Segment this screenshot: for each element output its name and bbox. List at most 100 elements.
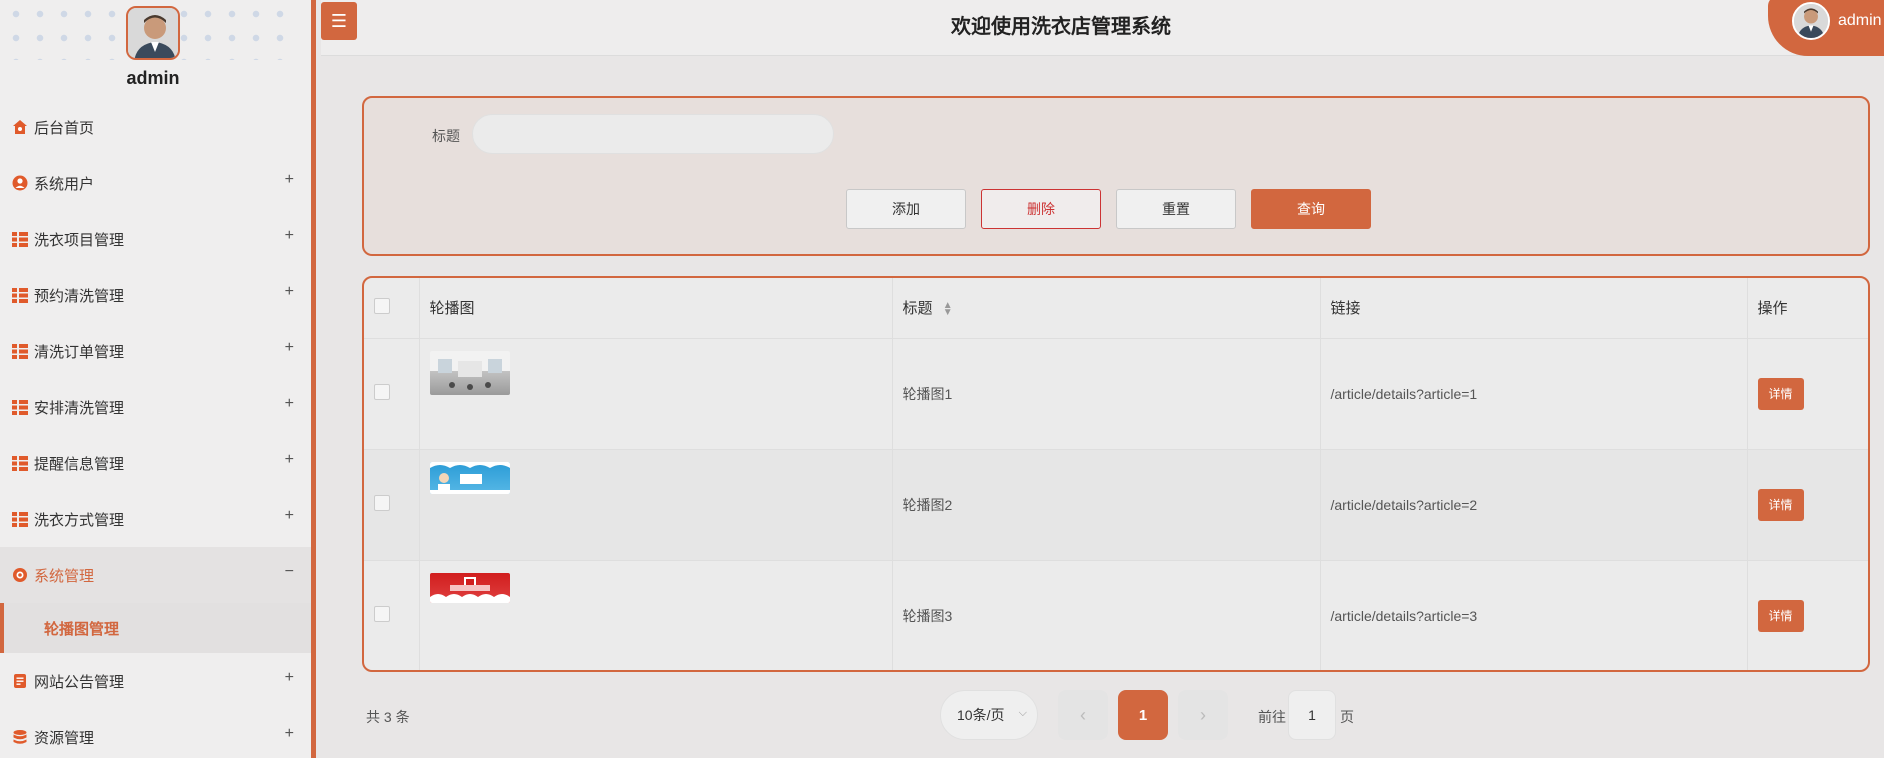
person-avatar-icon	[1794, 4, 1828, 38]
row-checkbox[interactable]	[374, 384, 390, 400]
expand-plus-icon[interactable]: +	[285, 451, 294, 469]
sidebar-item-label: 资源管理	[34, 729, 95, 747]
data-table: 轮播图 标题 ▲ ▼ 链接 操作 轮播图1 /article/details?ar…	[362, 276, 1870, 672]
gear-icon	[12, 567, 28, 583]
column-header-title[interactable]: 标题 ▲ ▼	[892, 278, 1321, 339]
avatar	[1792, 2, 1830, 40]
top-header: ☰ 欢迎使用洗衣店管理系统 admin	[321, 0, 1884, 56]
expand-plus-icon[interactable]: +	[285, 669, 294, 687]
row-link: /article/details?article=2	[1320, 449, 1748, 561]
grid-icon	[12, 511, 28, 527]
carousel-thumbnail	[429, 572, 510, 603]
row-checkbox[interactable]	[374, 606, 390, 623]
title-filter-label: 标题	[432, 128, 460, 144]
goto-page-input[interactable]	[1288, 690, 1336, 740]
table-header-row: 轮播图 标题 ▲ ▼ 链接 操作	[364, 278, 1868, 339]
sidebar-item-label: 预约清洗管理	[34, 287, 125, 305]
sidebar-item-system-users[interactable]: 系统用户 +	[0, 155, 311, 211]
chevron-right-icon: ›	[1200, 704, 1206, 725]
reset-button[interactable]: 重置	[1116, 189, 1236, 229]
delete-button[interactable]: 删除	[981, 189, 1101, 229]
avatar[interactable]	[126, 6, 180, 60]
next-page-button[interactable]: ›	[1178, 690, 1228, 740]
table-row: 轮播图3 /article/details?article=3 详情	[364, 560, 1868, 670]
sidebar-item-label: 洗衣项目管理	[34, 231, 125, 249]
sidebar-item-label: 清洗订单管理	[34, 343, 125, 361]
row-link: /article/details?article=3	[1320, 560, 1748, 670]
expand-plus-icon[interactable]: +	[285, 339, 294, 357]
search-button[interactable]: 查询	[1251, 189, 1371, 229]
expand-plus-icon[interactable]: +	[285, 283, 294, 301]
add-button[interactable]: 添加	[846, 189, 966, 229]
sidebar-item-announcements[interactable]: 网站公告管理 +	[0, 653, 311, 709]
goto-suffix: 页	[1340, 709, 1354, 725]
sidebar-username: admin	[126, 68, 180, 88]
table-row: 轮播图2 /article/details?article=2 详情	[364, 449, 1868, 561]
sidebar-item-orders[interactable]: 清洗订单管理 +	[0, 323, 311, 379]
column-header-link: 链接	[1320, 278, 1748, 339]
detail-button[interactable]: 详情	[1757, 488, 1804, 521]
sidebar: admin 后台首页 系统用户 + 洗衣项目管理 + 预约清洗管理 + 清洗订单…	[0, 0, 316, 758]
collapse-minus-icon[interactable]: −	[285, 563, 294, 581]
grid-icon	[12, 399, 28, 415]
expand-plus-icon[interactable]: +	[285, 171, 294, 189]
row-title: 轮播图3	[892, 560, 1321, 670]
column-header-image: 轮播图	[419, 278, 893, 339]
database-icon	[12, 729, 28, 745]
page-size-value: 10条/页	[957, 707, 1005, 723]
row-title: 轮播图1	[892, 338, 1321, 450]
column-header-title-label: 标题	[902, 300, 933, 318]
page-size-select[interactable]: 10条/页 ⌵	[940, 690, 1038, 740]
sidebar-item-system-management[interactable]: 系统管理 −	[0, 547, 311, 603]
sidebar-item-label: 安排清洗管理	[34, 399, 125, 417]
person-avatar-icon	[128, 8, 178, 58]
sort-icon[interactable]: ▲ ▼	[943, 301, 953, 318]
sidebar-item-label: 系统用户	[34, 175, 95, 193]
home-icon	[12, 119, 28, 135]
sidebar-profile: admin	[0, 0, 311, 100]
sidebar-item-booking[interactable]: 预约清洗管理 +	[0, 267, 311, 323]
document-icon	[12, 673, 28, 689]
sidebar-subitem-carousel[interactable]: 轮播图管理	[0, 603, 311, 653]
user-menu[interactable]: admin	[1768, 0, 1884, 56]
sidebar-item-wash-methods[interactable]: 洗衣方式管理 +	[0, 491, 311, 547]
row-checkbox[interactable]	[374, 495, 390, 511]
goto-label: 前往	[1258, 709, 1286, 725]
chevron-down-icon: ⌵	[1018, 707, 1027, 719]
sidebar-item-label: 洗衣方式管理	[34, 511, 125, 529]
header-username: admin	[1838, 12, 1882, 29]
expand-plus-icon[interactable]: +	[285, 227, 294, 245]
prev-page-button[interactable]: ‹	[1058, 690, 1108, 740]
grid-icon	[12, 455, 28, 471]
sidebar-item-schedule[interactable]: 安排清洗管理 +	[0, 379, 311, 435]
grid-icon	[12, 231, 28, 247]
user-icon	[12, 175, 28, 191]
sidebar-item-resources[interactable]: 资源管理 +	[0, 709, 311, 758]
title-search-input[interactable]	[472, 114, 834, 154]
table-row: 轮播图1 /article/details?article=1 详情	[364, 338, 1868, 450]
sidebar-item-home[interactable]: 后台首页	[0, 99, 311, 155]
detail-button[interactable]: 详情	[1757, 377, 1804, 410]
page-number-current[interactable]: 1	[1118, 690, 1168, 740]
expand-plus-icon[interactable]: +	[285, 507, 294, 525]
expand-plus-icon[interactable]: +	[285, 395, 294, 413]
select-all-checkbox[interactable]	[374, 297, 390, 314]
sidebar-item-laundry-projects[interactable]: 洗衣项目管理 +	[0, 211, 311, 267]
detail-button[interactable]: 详情	[1757, 599, 1804, 632]
grid-icon	[12, 343, 28, 359]
search-panel: 标题 添加 删除 重置 查询	[362, 96, 1870, 256]
carousel-thumbnail	[429, 350, 510, 395]
total-count: 共 3 条	[366, 709, 410, 725]
sidebar-item-label: 提醒信息管理	[34, 455, 125, 473]
sidebar-item-reminders[interactable]: 提醒信息管理 +	[0, 435, 311, 491]
row-link: /article/details?article=1	[1320, 338, 1748, 450]
page-title: 欢迎使用洗衣店管理系统	[951, 16, 1171, 38]
sidebar-item-label: 后台首页	[34, 119, 95, 137]
select-all-cell	[364, 278, 420, 339]
sidebar-item-label: 网站公告管理	[34, 673, 125, 691]
sidebar-menu: 后台首页 系统用户 + 洗衣项目管理 + 预约清洗管理 + 清洗订单管理 + 安…	[0, 99, 311, 758]
column-header-actions: 操作	[1747, 278, 1868, 339]
chevron-left-icon: ‹	[1080, 704, 1086, 725]
row-title: 轮播图2	[892, 449, 1321, 561]
expand-plus-icon[interactable]: +	[285, 725, 294, 743]
